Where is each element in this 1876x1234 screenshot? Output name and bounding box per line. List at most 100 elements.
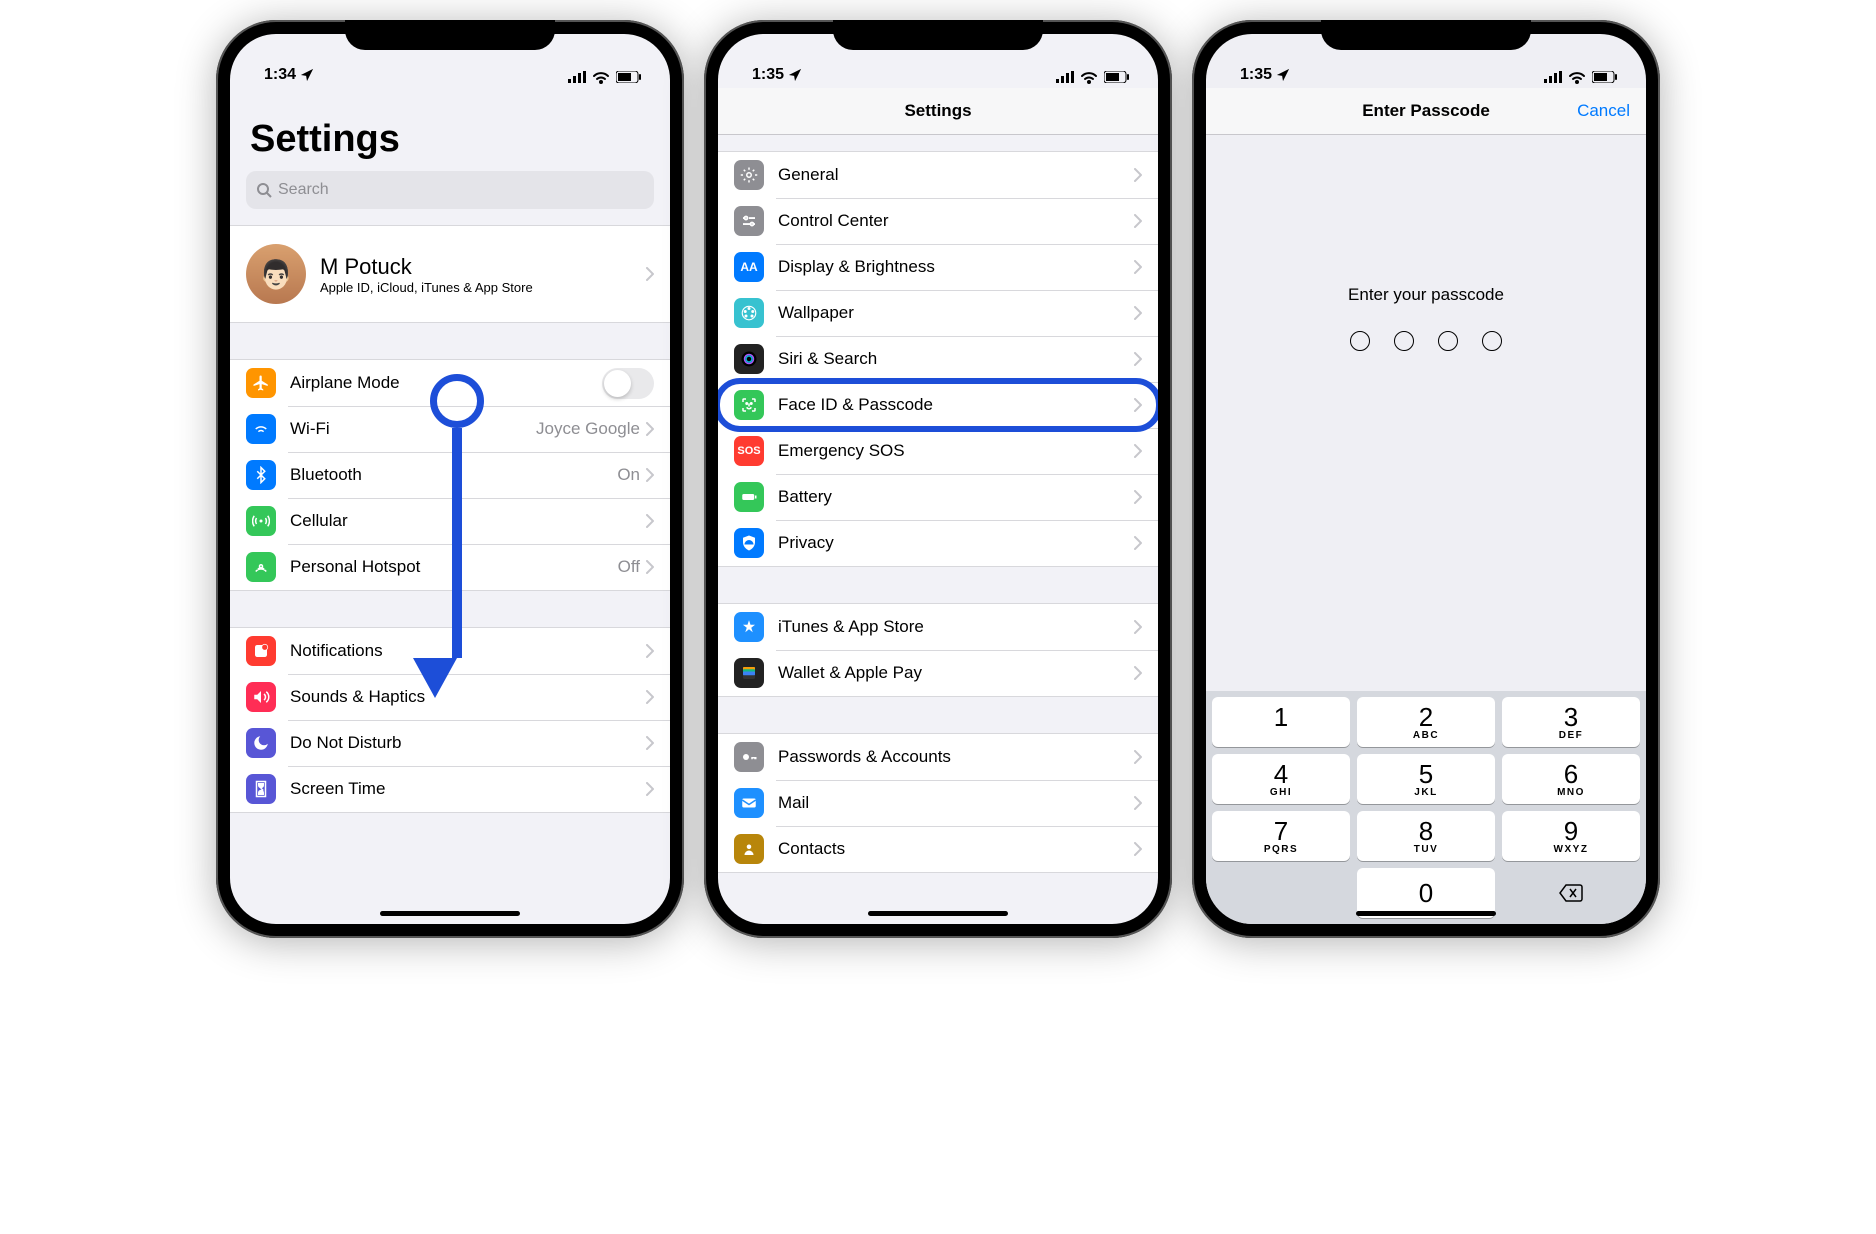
row-label: Airplane Mode <box>290 373 602 393</box>
settings-row-siri[interactable]: Siri & Search <box>718 336 1158 382</box>
row-detail: Off <box>618 557 640 577</box>
chevron-right-icon <box>1134 260 1142 274</box>
home-indicator[interactable] <box>1356 911 1496 916</box>
phone-mockup-3: 1:35 Enter Passcode Cancel Enter your pa… <box>1192 20 1660 938</box>
settings-row-bluetooth[interactable]: BluetoothOn <box>230 452 670 498</box>
keypad-8[interactable]: 8TUV <box>1357 811 1495 861</box>
settings-row-airplane[interactable]: Airplane Mode <box>230 360 670 406</box>
home-indicator[interactable] <box>380 911 520 916</box>
battery-icon <box>1592 71 1618 83</box>
settings-row-display[interactable]: AADisplay & Brightness <box>718 244 1158 290</box>
keypad-4[interactable]: 4GHI <box>1212 754 1350 804</box>
passcode-prompt: Enter your passcode <box>1348 285 1504 305</box>
signal-icon <box>1544 71 1562 83</box>
airplane-icon <box>246 368 276 398</box>
settings-row-itunes[interactable]: iTunes & App Store <box>718 604 1158 650</box>
chevron-right-icon <box>646 560 654 574</box>
settings-row-faceid[interactable]: Face ID & Passcode <box>718 382 1158 428</box>
chevron-right-icon <box>1134 168 1142 182</box>
row-label: General <box>778 165 1134 185</box>
keypad-1[interactable]: 1 <box>1212 697 1350 747</box>
notch <box>345 20 555 50</box>
passcode-dot <box>1394 331 1414 351</box>
passwords-icon <box>734 742 764 772</box>
settings-row-sos[interactable]: SOSEmergency SOS <box>718 428 1158 474</box>
keypad-7[interactable]: 7PQRS <box>1212 811 1350 861</box>
settings-row-contacts[interactable]: Contacts <box>718 826 1158 872</box>
settings-row-screentime[interactable]: Screen Time <box>230 766 670 812</box>
location-icon <box>1276 68 1290 82</box>
settings-row-dnd[interactable]: Do Not Disturb <box>230 720 670 766</box>
clock: 1:34 <box>264 66 296 84</box>
battery-icon <box>734 482 764 512</box>
location-icon <box>300 68 314 82</box>
row-label: Contacts <box>778 839 1134 859</box>
settings-row-notifications[interactable]: Notifications <box>230 628 670 674</box>
chevron-right-icon <box>646 468 654 482</box>
settings-row-passwords[interactable]: Passwords & Accounts <box>718 734 1158 780</box>
passcode-dot <box>1438 331 1458 351</box>
notch <box>1321 20 1531 50</box>
cancel-button[interactable]: Cancel <box>1577 101 1630 121</box>
faceid-icon <box>734 390 764 420</box>
chevron-right-icon <box>1134 796 1142 810</box>
keypad-9[interactable]: 9WXYZ <box>1502 811 1640 861</box>
settings-row-privacy[interactable]: Privacy <box>718 520 1158 566</box>
general-icon <box>734 160 764 190</box>
signal-icon <box>568 71 586 83</box>
row-label: Cellular <box>290 511 646 531</box>
wifi-icon <box>1568 70 1586 84</box>
keypad-6[interactable]: 6MNO <box>1502 754 1640 804</box>
settings-row-control[interactable]: Control Center <box>718 198 1158 244</box>
settings-row-wallpaper[interactable]: Wallpaper <box>718 290 1158 336</box>
settings-row-wallet[interactable]: Wallet & Apple Pay <box>718 650 1158 696</box>
row-detail: On <box>617 465 640 485</box>
profile-name: M Potuck <box>320 254 646 280</box>
chevron-right-icon <box>646 644 654 658</box>
row-label: Privacy <box>778 533 1134 553</box>
profile-sub: Apple ID, iCloud, iTunes & App Store <box>320 280 646 295</box>
row-label: iTunes & App Store <box>778 617 1134 637</box>
siri-icon <box>734 344 764 374</box>
row-label: Wallpaper <box>778 303 1134 323</box>
contacts-icon <box>734 834 764 864</box>
settings-row-wifi[interactable]: Wi-FiJoyce Google <box>230 406 670 452</box>
settings-row-battery[interactable]: Battery <box>718 474 1158 520</box>
chevron-right-icon <box>1134 444 1142 458</box>
chevron-right-icon <box>1134 490 1142 504</box>
row-label: Sounds & Haptics <box>290 687 646 707</box>
settings-row-cellular[interactable]: Cellular <box>230 498 670 544</box>
chevron-right-icon <box>646 736 654 750</box>
mail-icon <box>734 788 764 818</box>
toggle[interactable] <box>602 368 654 399</box>
search-input[interactable]: Search <box>246 171 654 209</box>
itunes-icon <box>734 612 764 642</box>
apple-id-row[interactable]: 👨🏻 M Potuck Apple ID, iCloud, iTunes & A… <box>230 226 670 322</box>
keypad-5[interactable]: 5JKL <box>1357 754 1495 804</box>
keypad-delete[interactable] <box>1502 868 1640 918</box>
settings-row-sounds[interactable]: Sounds & Haptics <box>230 674 670 720</box>
nav-title: Settings <box>718 88 1158 135</box>
dnd-icon <box>246 728 276 758</box>
row-detail: Joyce Google <box>536 419 640 439</box>
chevron-right-icon <box>646 422 654 436</box>
notch <box>833 20 1043 50</box>
keypad-2[interactable]: 2ABC <box>1357 697 1495 747</box>
row-label: Mail <box>778 793 1134 813</box>
settings-row-hotspot[interactable]: Personal HotspotOff <box>230 544 670 590</box>
home-indicator[interactable] <box>868 911 1008 916</box>
chevron-right-icon <box>1134 620 1142 634</box>
privacy-icon <box>734 528 764 558</box>
cellular-icon <box>246 506 276 536</box>
chevron-right-icon <box>1134 352 1142 366</box>
settings-row-general[interactable]: General <box>718 152 1158 198</box>
row-label: Personal Hotspot <box>290 557 618 577</box>
passcode-dot <box>1482 331 1502 351</box>
keypad-3[interactable]: 3DEF <box>1502 697 1640 747</box>
page-title: Settings <box>230 88 670 171</box>
nav-title: Enter Passcode <box>1362 101 1490 121</box>
hotspot-icon <box>246 552 276 582</box>
row-label: Battery <box>778 487 1134 507</box>
chevron-right-icon <box>1134 750 1142 764</box>
settings-row-mail[interactable]: Mail <box>718 780 1158 826</box>
